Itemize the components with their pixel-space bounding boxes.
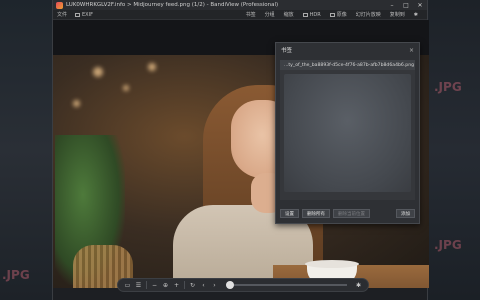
delete-current-button[interactable]: 删除当前位置 (333, 209, 370, 218)
settings-button[interactable]: 设置 (280, 209, 299, 218)
bandiview-window: LUK0WHRKGLV2F.info > Midjourney feed.png… (52, 0, 429, 300)
menu-copy-to-label: 复制到 (389, 12, 405, 18)
menu-bar: 文件 EXIF 书签 分组 缩放 HDR 原像 幻灯片放映 复制到 ✱ (53, 10, 427, 20)
menu-exif[interactable]: EXIF (75, 12, 93, 18)
bookmark-panel-header: 书签 × (276, 43, 419, 57)
minimize-button[interactable]: – (385, 2, 399, 9)
menu-bookmarks[interactable]: 书签 (246, 11, 256, 18)
pin-icon[interactable]: ✱ (353, 280, 364, 291)
menu-hdr-label: HDR (309, 11, 321, 18)
hdr-icon (302, 12, 308, 17)
background-light (93, 67, 103, 77)
bookmark-item[interactable]: ...ty_of_the_ba8893f-d5ce-4f76-a87b-afb7… (280, 60, 415, 70)
desktop-file-label: .JPG (434, 80, 462, 94)
bottom-toolbar: ▭ ☰ − ⊕ + ↻ ‹ › ✱ (117, 278, 369, 292)
app-icon (56, 1, 63, 9)
menu-zoom-label: 缩放 (283, 12, 294, 18)
menu-zoom[interactable]: 缩放 (284, 11, 294, 18)
image-viewer[interactable]: 书签 × ...ty_of_the_ba8893f-d5ce-4f76-a87b… (53, 20, 429, 288)
maximize-button[interactable]: □ (399, 2, 413, 9)
menu-bookmarks-label: 书签 (245, 12, 256, 18)
window-title: LUK0WHRKGLV2F.info > Midjourney feed.png… (66, 2, 279, 8)
menu-right-group: 书签 分组 缩放 HDR 原像 幻灯片放映 复制到 ✱ (246, 11, 427, 19)
bookmark-list[interactable]: ...ty_of_the_ba8893f-d5ce-4f76-a87b-afb7… (280, 60, 415, 200)
menu-hdr[interactable]: HDR (302, 11, 321, 18)
bookmark-panel-footer: 设置 删除所有 删除当前位置 添加 (280, 208, 415, 219)
toolbar-divider (184, 281, 185, 289)
next-icon[interactable]: › (209, 280, 220, 291)
menu-group-label: 分组 (264, 12, 275, 18)
cup-rim-shape (305, 260, 359, 268)
fit-icon[interactable]: + (171, 280, 182, 291)
grid-icon[interactable]: ☰ (133, 280, 144, 291)
menu-original[interactable]: 原像 (329, 11, 347, 18)
close-icon[interactable]: × (409, 47, 414, 54)
menu-slideshow[interactable]: 幻灯片放映 (356, 11, 381, 18)
desktop-background-left: .JPG (0, 0, 52, 300)
info-icon (75, 12, 81, 17)
desktop-background-right: .JPG .JPG (428, 0, 480, 300)
title-bar[interactable]: LUK0WHRKGLV2F.info > Midjourney feed.png… (53, 0, 427, 10)
close-button[interactable]: ✕ (413, 2, 427, 9)
folder-icon[interactable]: ▭ (122, 280, 133, 291)
bookmark-panel: 书签 × ...ty_of_the_ba8893f-d5ce-4f76-a87b… (275, 42, 420, 224)
menu-file[interactable]: 文件 (57, 11, 67, 18)
prev-icon[interactable]: ‹ (198, 280, 209, 291)
image-icon (329, 12, 335, 17)
zoom-in-icon[interactable]: ⊕ (160, 280, 171, 291)
menu-copy-to[interactable]: 复制到 (390, 11, 405, 18)
pin-icon[interactable]: ✱ (414, 12, 418, 18)
background-light (123, 85, 129, 91)
desktop-file-label: .JPG (2, 268, 30, 282)
bookmark-item-label: ...ty_of_the_ba8893f-d5ce-4f76-a87b-afb7… (284, 62, 415, 68)
page-slider[interactable] (226, 281, 347, 289)
background-light (148, 63, 156, 71)
menu-slideshow-label: 幻灯片放映 (355, 12, 381, 18)
delete-all-button[interactable]: 删除所有 (302, 209, 330, 218)
menu-file-label: 文件 (57, 12, 68, 18)
desktop-file-label: .JPG (434, 238, 462, 252)
bookmark-panel-title: 书签 (281, 48, 293, 54)
rotate-icon[interactable]: ↻ (187, 280, 198, 291)
menu-original-label: 原像 (336, 12, 347, 18)
add-bookmark-button[interactable]: 添加 (396, 209, 415, 218)
menu-exif-label: EXIF (82, 11, 93, 18)
slider-knob[interactable] (226, 281, 234, 289)
menu-group[interactable]: 分组 (265, 11, 275, 18)
toolbar-divider (146, 281, 147, 289)
bookmark-thumbnail (284, 74, 411, 192)
background-light (73, 100, 80, 107)
zoom-out-icon[interactable]: − (149, 280, 160, 291)
